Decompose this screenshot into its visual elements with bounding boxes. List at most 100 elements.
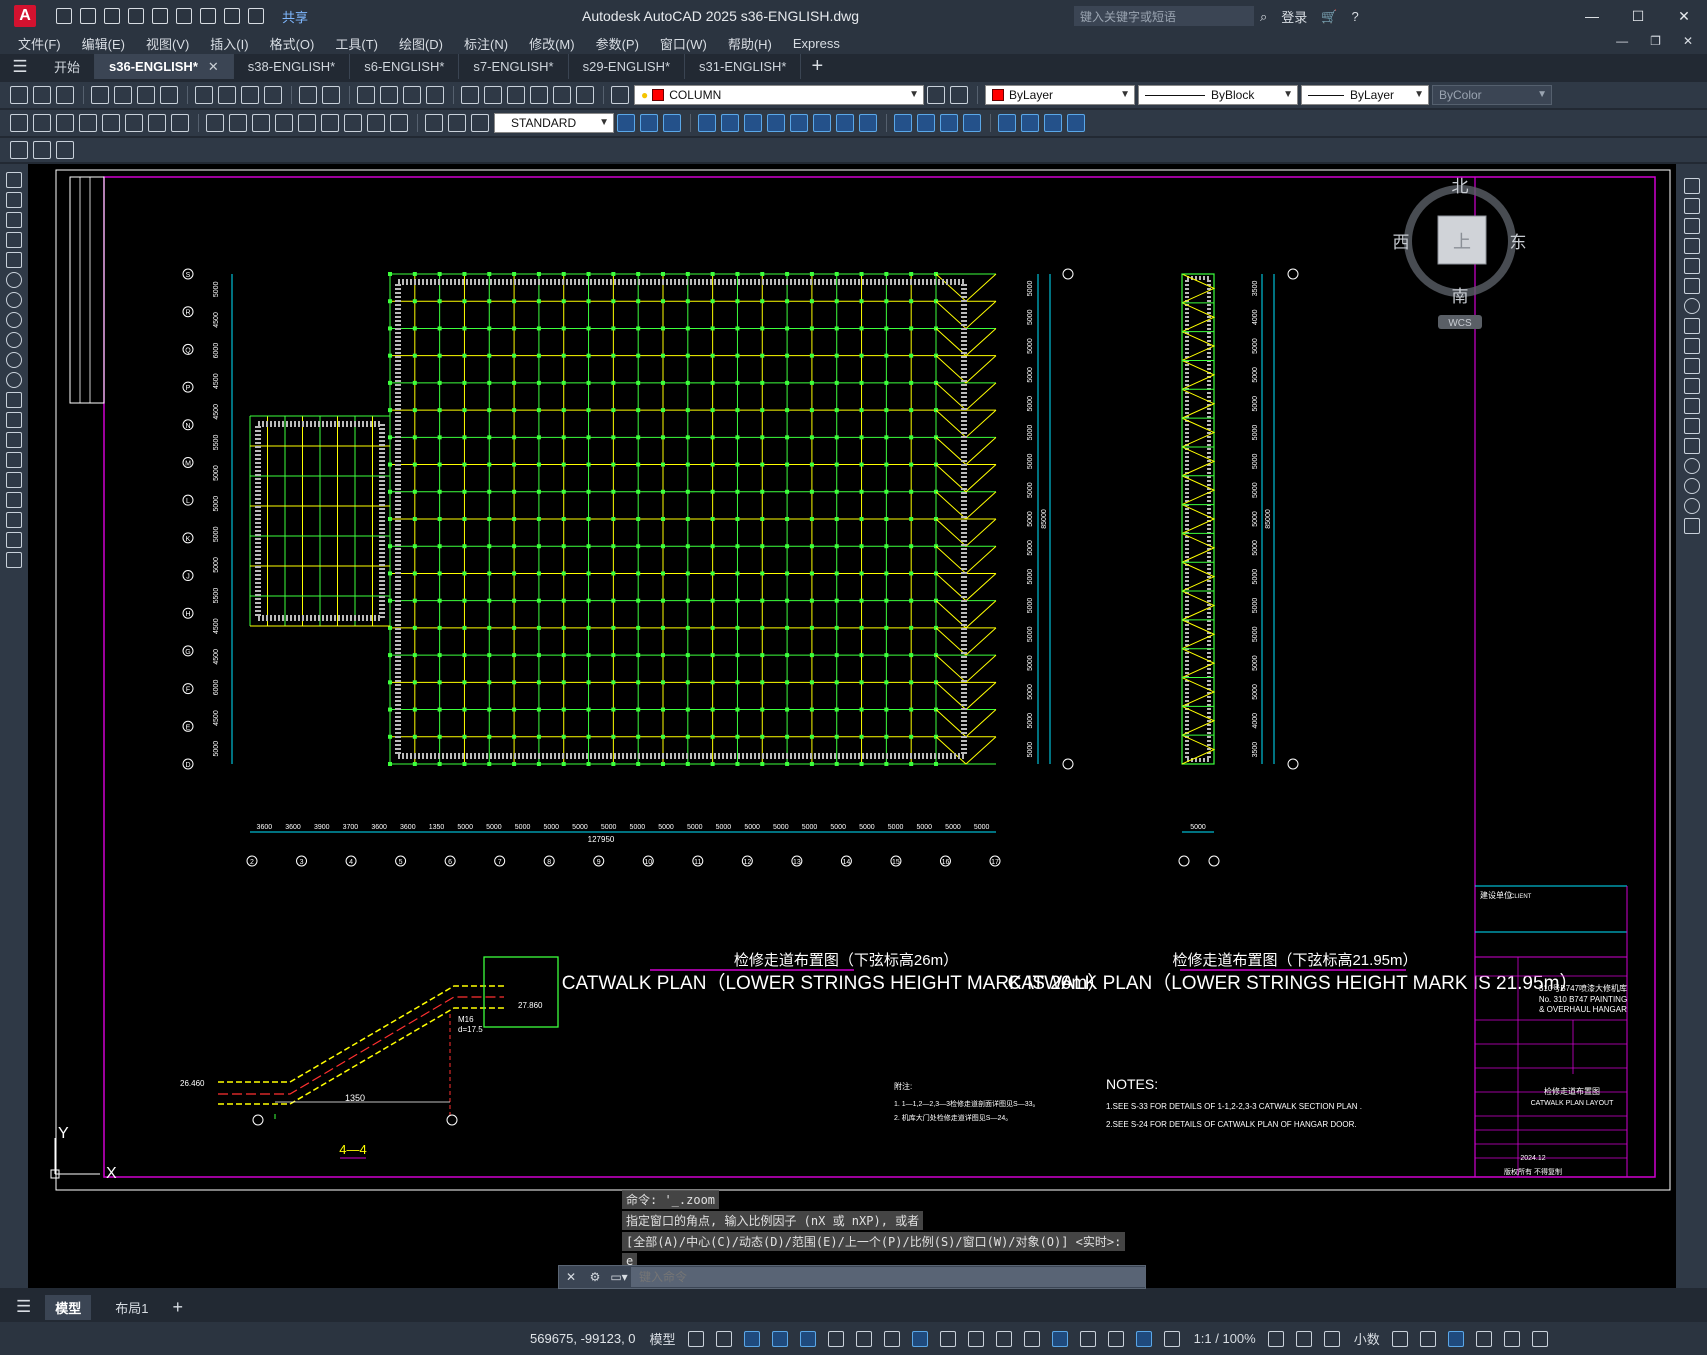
polyline-icon[interactable] bbox=[6, 212, 22, 228]
redo-icon[interactable] bbox=[248, 8, 264, 24]
region-icon[interactable] bbox=[6, 492, 22, 508]
tab-model[interactable]: 模型 bbox=[45, 1294, 92, 1320]
viewcube-west[interactable]: 西 bbox=[1393, 233, 1410, 252]
zoom-previous-icon[interactable] bbox=[426, 86, 444, 104]
new-file-icon[interactable] bbox=[56, 8, 72, 24]
inspect-icon[interactable] bbox=[367, 114, 385, 132]
linear-dim-icon[interactable] bbox=[10, 114, 28, 132]
3dprint-icon[interactable] bbox=[160, 86, 178, 104]
tab-layout1[interactable]: 布局1 bbox=[105, 1295, 158, 1320]
cylinder-icon[interactable] bbox=[663, 114, 681, 132]
blend-curves-icon[interactable] bbox=[1683, 498, 1700, 514]
viewcube-east[interactable]: 东 bbox=[1510, 233, 1527, 252]
new-tab-icon[interactable]: + bbox=[811, 55, 823, 78]
extrude-icon[interactable] bbox=[698, 114, 716, 132]
transparency-icon[interactable] bbox=[967, 1330, 984, 1347]
center-mark-icon[interactable] bbox=[344, 114, 362, 132]
annotation-scale-dropdown[interactable]: 1:1 / 100% bbox=[1194, 1331, 1256, 1346]
workspace-gear-icon[interactable] bbox=[1267, 1330, 1284, 1347]
help-icon[interactable] bbox=[576, 86, 594, 104]
ellipse-arc-icon[interactable] bbox=[6, 372, 22, 388]
recent-commands-icon[interactable]: ▭▾ bbox=[607, 1270, 631, 1284]
doc-minimize-button[interactable]: — bbox=[1616, 34, 1628, 48]
clean-screen-icon[interactable] bbox=[1503, 1330, 1520, 1347]
circle-icon[interactable] bbox=[6, 292, 22, 308]
extend-icon[interactable] bbox=[1683, 378, 1700, 394]
pan-icon[interactable] bbox=[357, 86, 375, 104]
shell-icon[interactable] bbox=[1044, 114, 1062, 132]
model-space-button[interactable]: 模型 bbox=[650, 1329, 676, 1348]
cart-icon[interactable]: 🛒 bbox=[1321, 9, 1337, 25]
dynamic-ucs-icon[interactable] bbox=[1051, 1330, 1068, 1347]
scale-icon[interactable] bbox=[1683, 318, 1700, 334]
save-icon[interactable] bbox=[56, 86, 74, 104]
share-button[interactable]: 共享 bbox=[282, 7, 308, 26]
web-save-icon[interactable] bbox=[176, 8, 192, 24]
tolerance-icon[interactable] bbox=[321, 114, 339, 132]
trim-icon[interactable] bbox=[1683, 358, 1700, 374]
ordinate-dim-icon[interactable] bbox=[79, 114, 97, 132]
slice-icon[interactable] bbox=[998, 114, 1016, 132]
angular-dim-icon[interactable] bbox=[171, 114, 189, 132]
zoom-window-icon[interactable] bbox=[403, 86, 421, 104]
fillet-icon[interactable] bbox=[1683, 478, 1700, 494]
cad-drawing[interactable]: 5000 4500 6000 4500 4500 5500 5000 5000 5000 5000… bbox=[28, 164, 1676, 1288]
selection-filter-icon[interactable] bbox=[1079, 1330, 1096, 1347]
annotation-monitor-icon[interactable] bbox=[1295, 1330, 1312, 1347]
menu-edit[interactable]: 编辑(E) bbox=[82, 34, 125, 53]
add-layout-icon[interactable]: + bbox=[173, 1297, 184, 1318]
move-icon[interactable] bbox=[1683, 278, 1700, 294]
close-tab-icon[interactable]: ✕ bbox=[208, 59, 219, 75]
search-icon[interactable]: ⌕ bbox=[1260, 9, 1267, 25]
customization-icon[interactable] bbox=[1531, 1330, 1548, 1347]
chamfer-icon[interactable] bbox=[1683, 458, 1700, 474]
quick-dim-icon[interactable] bbox=[206, 114, 224, 132]
dim-space-icon[interactable] bbox=[275, 114, 293, 132]
intersect-icon[interactable] bbox=[859, 114, 877, 132]
spline-icon[interactable] bbox=[6, 332, 22, 348]
line-icon[interactable] bbox=[6, 172, 22, 188]
layout-menu-icon[interactable]: ☰ bbox=[16, 1297, 31, 1317]
viewcube[interactable]: 上 北 南 东 西 WCS bbox=[1393, 177, 1527, 329]
menu-modify[interactable]: 修改(M) bbox=[529, 34, 575, 53]
customize-cmdline-icon[interactable]: ⚙ bbox=[583, 1270, 607, 1284]
save-as-icon[interactable] bbox=[128, 8, 144, 24]
box-icon[interactable] bbox=[617, 114, 635, 132]
isometric-icon[interactable] bbox=[855, 1330, 872, 1347]
hardware-acceleration-icon[interactable] bbox=[1475, 1330, 1492, 1347]
dim-edit-icon[interactable] bbox=[425, 114, 443, 132]
table-icon[interactable] bbox=[6, 512, 22, 528]
annotation-visibility-icon[interactable] bbox=[1135, 1330, 1152, 1347]
3d-array-icon[interactable] bbox=[963, 114, 981, 132]
sheet-set-icon[interactable] bbox=[530, 86, 548, 104]
quick-properties-icon[interactable] bbox=[1391, 1330, 1408, 1347]
open-icon[interactable] bbox=[33, 86, 51, 104]
ortho-icon[interactable] bbox=[799, 1330, 816, 1347]
menu-draw[interactable]: 绘图(D) bbox=[399, 34, 443, 53]
radius-dim-icon[interactable] bbox=[102, 114, 120, 132]
save-icon[interactable] bbox=[104, 8, 120, 24]
arc-icon[interactable] bbox=[6, 272, 22, 288]
search-input[interactable]: 键入关键字或短语 bbox=[1074, 6, 1254, 26]
design-center-icon[interactable] bbox=[484, 86, 502, 104]
copy-object-icon[interactable] bbox=[1683, 198, 1700, 214]
join-icon[interactable] bbox=[1683, 438, 1700, 454]
hatch-icon[interactable] bbox=[6, 452, 22, 468]
make-block-icon[interactable] bbox=[6, 412, 22, 428]
block-editor-icon[interactable] bbox=[10, 141, 28, 159]
add-selected-icon[interactable] bbox=[6, 552, 22, 568]
point-icon[interactable] bbox=[6, 432, 22, 448]
command-input[interactable] bbox=[631, 1267, 1145, 1287]
erase-icon[interactable] bbox=[1683, 178, 1700, 194]
3d-move-icon[interactable] bbox=[894, 114, 912, 132]
cut-icon[interactable] bbox=[195, 86, 213, 104]
undo-icon[interactable] bbox=[299, 86, 317, 104]
layer-properties-icon[interactable] bbox=[611, 86, 629, 104]
match-properties-icon[interactable] bbox=[264, 86, 282, 104]
layer-states-icon[interactable] bbox=[56, 141, 74, 159]
dynamic-input-icon[interactable] bbox=[771, 1330, 788, 1347]
tab-s36[interactable]: s36-ENGLISH* ✕ bbox=[95, 54, 234, 79]
doc-restore-button[interactable]: ❐ bbox=[1650, 34, 1661, 48]
tool-palettes-icon[interactable] bbox=[507, 86, 525, 104]
object-snap-tracking-icon[interactable] bbox=[883, 1330, 900, 1347]
